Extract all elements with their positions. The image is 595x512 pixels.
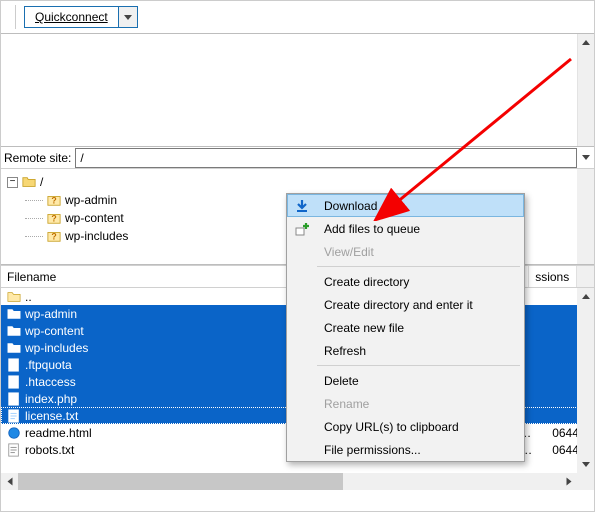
folder-unknown-icon: ? <box>47 229 61 243</box>
cell-filename: robots.txt <box>1 443 295 457</box>
context-menu-separator <box>317 365 520 366</box>
log-pane <box>1 34 594 147</box>
context-menu-separator <box>317 266 520 267</box>
context-menu-item: Rename <box>287 392 524 415</box>
remote-site-label: Remote site: <box>1 151 75 165</box>
tree-item-label: wp-admin <box>65 193 117 207</box>
svg-text:?: ? <box>51 196 56 206</box>
filelist-scrollbar-horizontal[interactable] <box>1 473 577 490</box>
context-menu-item[interactable]: Copy URL(s) to clipboard <box>287 415 524 438</box>
remote-site-dropdown[interactable] <box>577 148 594 168</box>
folder-unknown-icon: ? <box>47 211 61 225</box>
svg-text:?: ? <box>51 232 56 242</box>
file-name: wp-content <box>25 324 84 338</box>
context-menu-item[interactable]: Create new file <box>287 316 524 339</box>
context-menu-label: Download <box>324 199 377 213</box>
cell-filename: .ftpquota <box>1 358 295 372</box>
cell-filename: readme.html <box>1 426 295 440</box>
tree-root-label: / <box>40 175 43 189</box>
context-menu-label: Create directory <box>324 275 409 289</box>
quickconnect-main[interactable]: Quickconnect <box>25 7 119 27</box>
chevron-down-icon <box>582 155 590 160</box>
scroll-down-icon[interactable] <box>577 456 594 473</box>
file-name: license.txt <box>25 409 78 423</box>
scrollbar-thumb[interactable] <box>18 473 343 490</box>
scroll-right-icon[interactable] <box>560 473 577 490</box>
download-icon <box>293 197 311 215</box>
chevron-down-icon <box>124 15 132 20</box>
scroll-up-icon[interactable] <box>578 34 594 51</box>
filelist-scrollbar-vertical[interactable] <box>577 288 594 490</box>
context-menu-label: File permissions... <box>324 443 421 457</box>
column-header-filename[interactable]: Filename <box>1 266 296 287</box>
tree-root[interactable]: − / <box>7 173 592 191</box>
file-name: robots.txt <box>25 443 74 457</box>
context-menu-label: Create directory and enter it <box>324 298 473 312</box>
file-name: .ftpquota <box>25 358 72 372</box>
context-menu-label: Refresh <box>324 344 366 358</box>
context-menu-item[interactable]: Refresh <box>287 339 524 362</box>
context-menu-label: View/Edit <box>324 245 374 259</box>
tree-item-label: wp-includes <box>65 229 128 243</box>
cell-filename: wp-includes <box>1 341 295 355</box>
add-queue-icon <box>293 220 311 238</box>
quickconnect-label: Quickconnect <box>35 10 108 24</box>
context-menu-item[interactable]: Create directory and enter it <box>287 293 524 316</box>
cell-filename: index.php <box>1 392 295 406</box>
context-menu-item[interactable]: Delete <box>287 369 524 392</box>
context-menu[interactable]: Download Add files to queue View/Edit Creat… <box>286 193 525 462</box>
remote-site-input[interactable] <box>75 148 577 168</box>
toolbar-divider <box>15 5 16 29</box>
cell-filename: wp-content <box>1 324 295 338</box>
scrollbar-track[interactable] <box>18 473 560 490</box>
cell-filename: .. <box>1 290 295 304</box>
file-name: wp-includes <box>25 341 88 355</box>
context-menu-label: Copy URL(s) to clipboard <box>324 420 459 434</box>
tree-item-label: wp-content <box>65 211 124 225</box>
context-menu-label: Delete <box>324 374 359 388</box>
scroll-left-icon[interactable] <box>1 473 18 490</box>
file-name: .htaccess <box>25 375 76 389</box>
context-menu-item[interactable]: Add files to queue <box>287 217 524 240</box>
file-name: index.php <box>25 392 77 406</box>
scroll-up-icon[interactable] <box>577 288 594 305</box>
header-scrollbar-spacer <box>577 266 594 287</box>
file-name: .. <box>25 290 32 304</box>
context-menu-item[interactable]: File permissions... <box>287 438 524 461</box>
context-menu-item[interactable]: Create directory <box>287 270 524 293</box>
quickconnect-dropdown[interactable] <box>119 7 137 27</box>
svg-text:?: ? <box>51 214 56 224</box>
context-menu-label: Create new file <box>324 321 404 335</box>
column-header-permissions[interactable]: ssions <box>529 266 577 287</box>
log-scrollbar-vertical[interactable] <box>577 34 594 146</box>
collapse-icon[interactable]: − <box>7 177 18 188</box>
file-name: wp-admin <box>25 307 77 321</box>
quickconnect-button[interactable]: Quickconnect <box>24 6 138 28</box>
context-menu-label: Rename <box>324 397 369 411</box>
remote-site-row: Remote site: <box>1 147 594 169</box>
cell-filename: license.txt <box>1 409 295 423</box>
context-menu-item: View/Edit <box>287 240 524 263</box>
folder-unknown-icon: ? <box>47 193 61 207</box>
cell-filename: wp-admin <box>1 307 295 321</box>
cell-filename: .htaccess <box>1 375 295 389</box>
toolbar: Quickconnect <box>1 1 594 34</box>
context-menu-label: Add files to queue <box>324 222 420 236</box>
file-name: readme.html <box>25 426 92 440</box>
folder-open-icon <box>22 175 36 189</box>
context-menu-item[interactable]: Download <box>287 194 524 217</box>
tree-scrollbar-vertical[interactable] <box>577 169 594 264</box>
